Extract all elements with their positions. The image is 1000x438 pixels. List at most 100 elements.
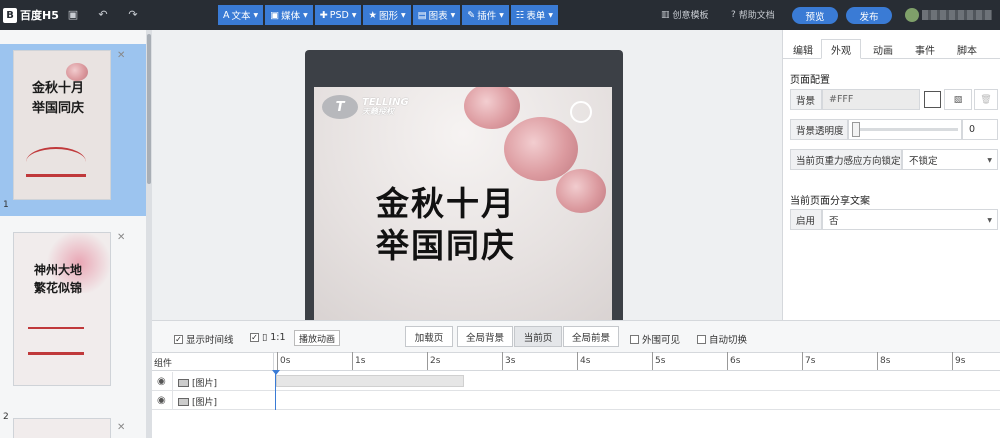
- chevron-down-icon: ▼: [987, 217, 992, 224]
- plugin-tool-button[interactable]: ✎ 插件 ▼: [462, 5, 509, 25]
- preview-button[interactable]: 预览: [792, 7, 838, 24]
- dropdown-arrow-icon: ▼: [351, 11, 357, 19]
- loading-page-tab[interactable]: 加载页: [405, 326, 453, 347]
- canvas-title-line1: 金秋十月: [376, 184, 516, 223]
- eye-icon[interactable]: ◉: [157, 395, 166, 406]
- gravity-lock-select[interactable]: 不锁定 ▼: [902, 149, 998, 170]
- close-icon[interactable]: ✕: [117, 232, 125, 243]
- ratio-checkbox[interactable]: ✓ ▯ 1:1: [250, 332, 286, 343]
- outside-visible-checkbox[interactable]: 外围可见: [630, 332, 680, 346]
- template-link[interactable]: ▥ 创意模板: [661, 8, 709, 22]
- show-timeline-checkbox[interactable]: ✓ 显示时间线: [174, 332, 234, 346]
- form-icon: ☷: [515, 9, 525, 21]
- bg-color-input[interactable]: #FFF: [822, 89, 920, 110]
- checkbox-checked-icon: ✓: [174, 334, 183, 344]
- dropdown-arrow-icon: ▼: [548, 11, 554, 19]
- close-icon[interactable]: ✕: [117, 422, 125, 433]
- tick-label: 8s: [880, 356, 891, 366]
- canvas-title-line2: 举国同庆: [376, 226, 516, 265]
- username-blurred[interactable]: [922, 10, 992, 20]
- tick-mark: [652, 352, 653, 370]
- auto-switch-checkbox[interactable]: 自动切换: [697, 332, 747, 346]
- tab-appearance[interactable]: 外观: [821, 39, 861, 59]
- animation-bar[interactable]: [276, 375, 464, 387]
- bg-label: 背景: [790, 89, 822, 110]
- current-page-tab[interactable]: 当前页: [514, 326, 562, 347]
- eye-icon[interactable]: ◉: [157, 376, 166, 387]
- publish-button[interactable]: 发布: [846, 7, 892, 24]
- image-icon[interactable]: ▧: [944, 89, 972, 110]
- pagoda-decoration: [26, 147, 86, 177]
- dropdown-arrow-icon: ▼: [400, 11, 406, 19]
- page-thumbnail[interactable]: 神州大地 繁花似锦: [13, 232, 111, 386]
- time-ruler[interactable]: 组件 0s 1s 2s 3s 4s 5s 6s 7s 8s 9s: [152, 352, 1000, 371]
- form-tool-button[interactable]: ☷ 表单 ▼: [510, 5, 559, 25]
- checkbox-icon: [697, 334, 706, 344]
- brand-subtitle: 天籁授权: [362, 107, 394, 117]
- dropdown-arrow-icon: ▼: [253, 11, 259, 19]
- opacity-slider-handle[interactable]: [852, 122, 860, 137]
- tab-edit[interactable]: 编辑: [787, 39, 819, 59]
- page-config-title: 页面配置: [790, 75, 830, 86]
- checkbox-icon: [630, 334, 639, 344]
- template-icon: ▥: [661, 9, 670, 20]
- enable-select[interactable]: 否 ▼: [822, 209, 998, 230]
- shape-tool-button[interactable]: ★ 图形 ▼: [363, 5, 411, 25]
- close-icon[interactable]: ✕: [117, 50, 125, 61]
- page-canvas[interactable]: T TELLING 天籁授权 金秋十月 举国同庆: [314, 87, 612, 320]
- insert-toolbar: A 文本 ▼ ▣ 媒体 ▼ ✚ PSD ▼ ★ 图形 ▼ ▤ 图表 ▼ ✎ 插件 ▼ ☷ 表单 ▼: [218, 5, 559, 25]
- image-icon: [178, 397, 189, 406]
- undo-icon[interactable]: ↶: [96, 7, 110, 21]
- brand-logo[interactable]: T TELLING 天籁授权: [322, 95, 409, 119]
- image-icon: [178, 378, 189, 387]
- music-icon[interactable]: [570, 101, 592, 123]
- tick-mark: [427, 352, 428, 370]
- tick-label: 1s: [355, 356, 366, 366]
- tick-mark: [802, 352, 803, 370]
- top-bar: B 百度H5 ▣ ↶ ↷ A 文本 ▼ ▣ 媒体 ▼ ✚ PSD ▼ ★ 图形 ▼ ▤ 图表 ▼ ✎…: [0, 0, 1000, 30]
- help-link[interactable]: ? 帮助文档: [731, 8, 775, 22]
- scrollbar-thumb[interactable]: [147, 34, 151, 184]
- global-foreground-tab[interactable]: 全局前景: [563, 326, 619, 347]
- redo-icon[interactable]: ↷: [126, 7, 140, 21]
- psd-tool-button[interactable]: ✚ PSD ▼: [314, 5, 362, 25]
- tick-mark: [277, 352, 278, 370]
- thumb-title-line2: 举国同庆: [32, 101, 85, 116]
- row-divider: [172, 391, 173, 410]
- playhead[interactable]: [275, 370, 276, 410]
- timeline-row[interactable]: ◉ [图片]: [152, 391, 1000, 410]
- global-background-tab[interactable]: 全局背景: [457, 326, 513, 347]
- lantern-decoration: [556, 169, 606, 213]
- page-thumb-2[interactable]: 神州大地 繁花似锦 2 ✕: [0, 226, 146, 422]
- chart-tool-button[interactable]: ▤ 图表 ▼: [412, 5, 461, 25]
- tab-animation[interactable]: 动画: [865, 39, 901, 59]
- page-thumb-1[interactable]: 金秋十月 举国同庆 1 ✕: [0, 44, 146, 216]
- media-tool-button[interactable]: ▣ 媒体 ▼: [265, 5, 313, 25]
- playhead-handle-icon[interactable]: [272, 370, 280, 375]
- tab-event[interactable]: 事件: [907, 39, 943, 59]
- tick-label: 3s: [505, 356, 516, 366]
- canvas-title[interactable]: 金秋十月 举国同庆: [376, 183, 516, 267]
- tick-label: 4s: [580, 356, 591, 366]
- opacity-input[interactable]: 0: [962, 119, 998, 140]
- bg-color-swatch[interactable]: [924, 91, 941, 108]
- tab-script[interactable]: 脚本: [949, 39, 985, 59]
- page-number: 2: [3, 412, 9, 422]
- lantern-decoration: [66, 63, 88, 81]
- timeline-panel: ✓ 显示时间线 ✓ ▯ 1:1 播放动画 加载页 全局背景 当前页 全局前景 外围可见…: [152, 320, 1000, 438]
- tick-mark: [727, 352, 728, 370]
- tick-label: 6s: [730, 356, 741, 366]
- opacity-slider-track[interactable]: [858, 128, 958, 131]
- save-icon[interactable]: ▣: [66, 7, 80, 21]
- tick-mark: [877, 352, 878, 370]
- page-thumbnail[interactable]: 金秋十月 举国同庆: [13, 50, 111, 200]
- help-icon: ?: [731, 9, 736, 20]
- page-thumbnail-3[interactable]: [13, 418, 111, 438]
- trash-icon[interactable]: 🗑: [974, 89, 998, 110]
- tick-label: 0s: [280, 356, 291, 366]
- tick-label: 9s: [955, 356, 966, 366]
- text-tool-button[interactable]: A 文本 ▼: [218, 5, 264, 25]
- avatar[interactable]: [905, 8, 919, 22]
- play-animation-button[interactable]: 播放动画: [294, 330, 340, 346]
- app-logo[interactable]: B 百度H5: [3, 6, 59, 24]
